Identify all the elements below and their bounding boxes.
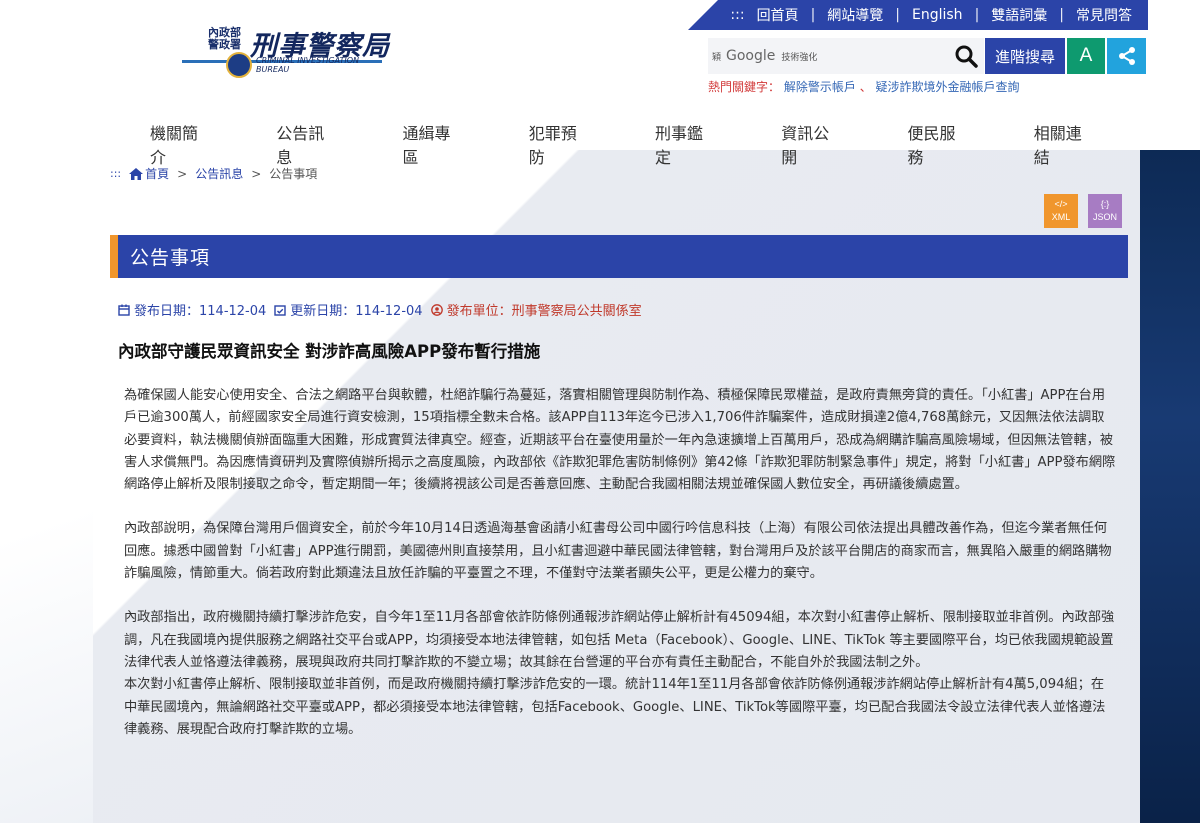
font-size-button[interactable]: A: [1067, 38, 1105, 74]
link-glossary[interactable]: 雙語詞彙: [991, 5, 1047, 25]
hot-keyword-link[interactable]: 解除警示帳戶: [784, 80, 856, 94]
breadcrumb: ::: 首頁 > 公告訊息 > 公告事項: [110, 165, 317, 182]
search-icon[interactable]: [954, 44, 978, 68]
nav-item-links[interactable]: 相關連結: [1002, 120, 1128, 168]
google-prefix: 㯋: [712, 52, 722, 63]
logo-ministry-text: 內政部 警政署: [208, 26, 241, 51]
share-button[interactable]: [1107, 38, 1146, 74]
breadcrumb-home[interactable]: 首頁: [145, 165, 169, 182]
article-body: 為確保國人能安心使用安全、合法之網路平台與軟體，杜絕詐騙行為蔓延，落實相關管理與…: [124, 385, 1116, 741]
breadcrumb-dots[interactable]: :::: [110, 167, 121, 180]
advanced-search-button[interactable]: 進階搜尋: [985, 38, 1065, 74]
article-paragraph: 內政部指出，政府機關持續打擊涉詐危安，自今年1至11月各部會依詐防條例通報涉詐網…: [124, 610, 1115, 670]
hot-keywords-separator: 、: [859, 80, 872, 94]
nav-item-announcements[interactable]: 公告訊息: [244, 120, 370, 168]
json-label: JSON: [1092, 212, 1117, 222]
nav-item-wanted[interactable]: 通緝專區: [371, 120, 497, 168]
utility-dots[interactable]: :::: [730, 7, 744, 23]
section-title: 公告事項: [110, 235, 1128, 278]
calendar-check-icon: [274, 304, 286, 316]
article-title: 內政部守護民眾資訊安全 對涉詐高風險APP發布暫行措施: [118, 342, 541, 361]
article-meta: 發布日期：114-12-04 更新日期：114-12-04 發布單位：刑事警察局…: [118, 300, 642, 319]
nav-item-forensics[interactable]: 刑事鑑定: [623, 120, 749, 168]
update-date: 更新日期：114-12-04: [290, 304, 423, 319]
nav-item-prevention[interactable]: 犯罪預防: [497, 120, 623, 168]
xml-icon: </>: [1054, 199, 1068, 209]
article-paragraph: 內政部說明，為保障台灣用戶個資安全，前於今年10月14日透過海基會函請小紅書母公…: [124, 521, 1112, 582]
hot-keywords-label: 熱門關鍵字：: [708, 80, 781, 94]
article-paragraph: 本次對小紅書停止解析、限制接取並非首例，而是政府機關持續打擊涉詐危安的一環。統計…: [124, 677, 1106, 737]
home-icon: [129, 167, 144, 180]
json-icon: {:}: [1100, 199, 1110, 209]
xml-export-button[interactable]: </> XML: [1044, 194, 1078, 228]
search-input[interactable]: 㯋 Google 技術強化: [708, 38, 984, 74]
link-sitemap[interactable]: 網站導覽: [827, 5, 883, 25]
breadcrumb-arrow: >: [177, 166, 188, 181]
json-export-button[interactable]: {:} JSON: [1088, 194, 1122, 228]
nav-item-disclosure[interactable]: 資訊公開: [749, 120, 875, 168]
utility-bar: ::: 回首頁 | 網站導覽 | English | 雙語詞彙 | 常見問答: [688, 0, 1148, 30]
breadcrumb-arrow: >: [251, 166, 262, 181]
link-home[interactable]: 回首頁: [757, 5, 799, 25]
google-tag: 技術強化: [781, 52, 818, 63]
main-nav: 機關簡介 公告訊息 通緝專區 犯罪預防 刑事鑑定 資訊公開 便民服務 相關連結: [118, 120, 1128, 168]
hot-keywords: 熱門關鍵字： 解除警示帳戶 、 疑涉詐欺境外金融帳戶查詢: [708, 78, 1020, 95]
background-left: [0, 150, 100, 823]
xml-label: XML: [1051, 212, 1071, 222]
breadcrumb-current: 公告事項: [269, 167, 318, 181]
hot-keyword-link[interactable]: 疑涉詐欺境外金融帳戶查詢: [876, 80, 1020, 94]
calendar-icon: [118, 304, 130, 316]
logo-english: CRIMINAL INVESTIGATION BUREAU: [256, 56, 360, 74]
site-logo[interactable]: 內政部 警政署 刑事警察局 CRIMINAL INVESTIGATION BURE…: [182, 22, 392, 84]
link-faq[interactable]: 常見問答: [1076, 5, 1132, 25]
nav-item-about[interactable]: 機關簡介: [118, 120, 244, 168]
police-badge-icon: [226, 52, 252, 78]
link-english[interactable]: English: [912, 7, 963, 23]
share-icon: [1118, 47, 1135, 65]
nav-item-services[interactable]: 便民服務: [876, 120, 1002, 168]
article-paragraph: 為確保國人能安心使用安全、合法之網路平台與軟體，杜絕詐騙行為蔓延，落實相關管理與…: [124, 388, 1116, 493]
publish-date: 發布日期：114-12-04: [134, 304, 267, 319]
publish-unit: 發布單位：刑事警察局公共關係室: [446, 304, 642, 319]
google-label: Google: [726, 48, 776, 64]
user-circle-icon: [430, 303, 443, 316]
breadcrumb-announcements[interactable]: 公告訊息: [195, 165, 243, 182]
background-right: [1140, 150, 1200, 823]
